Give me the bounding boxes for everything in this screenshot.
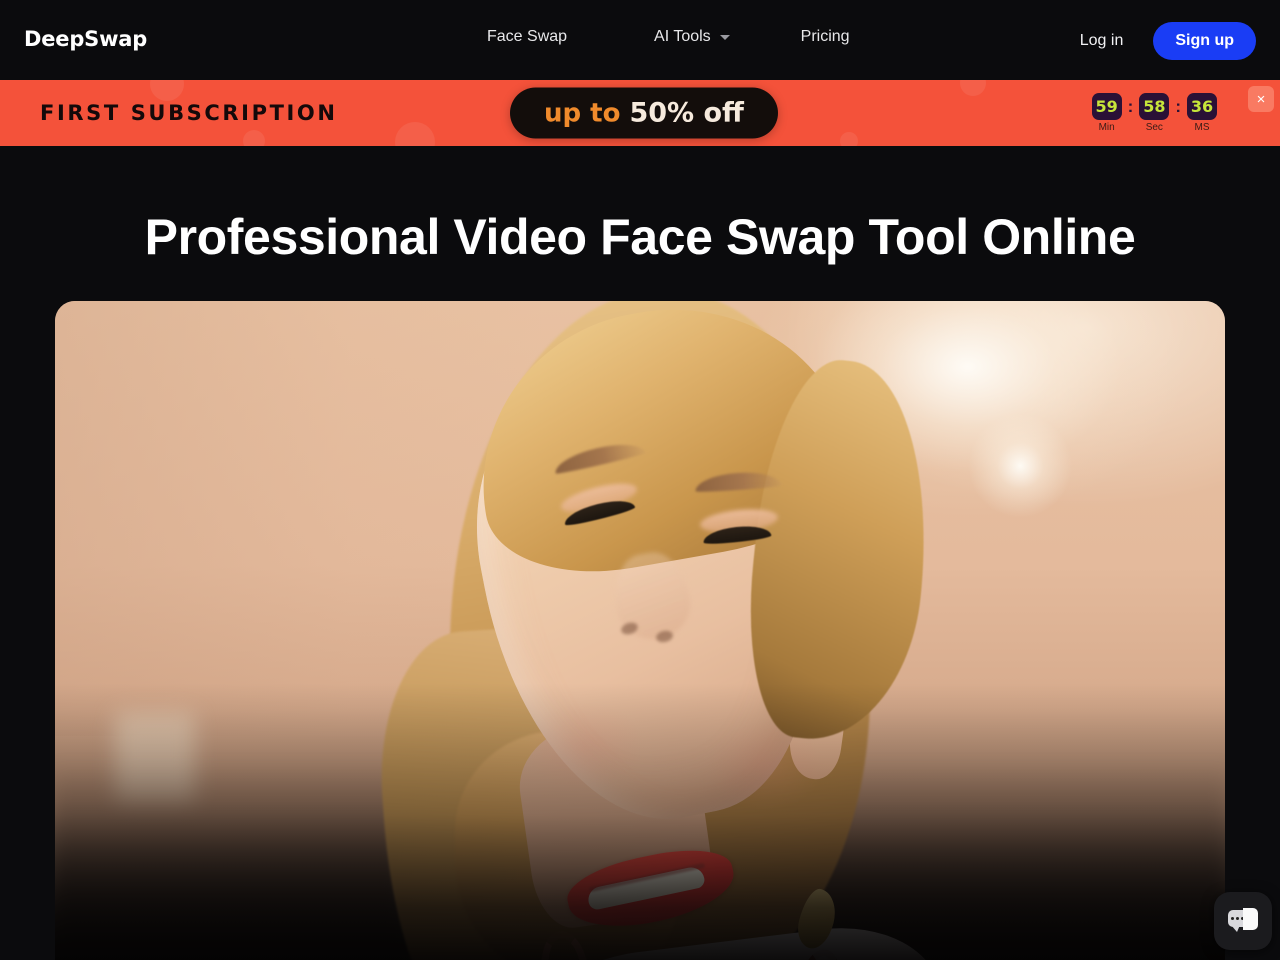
main-content: Professional Video Face Swap Tool Online xyxy=(0,146,1280,960)
countdown-timer: 59 Min : 58 Sec : 36 MS xyxy=(1091,93,1218,133)
chat-bubble-icon xyxy=(1228,908,1258,934)
brand-logo[interactable]: DeepSwap xyxy=(24,27,147,51)
countdown-milliseconds-label: MS xyxy=(1194,122,1210,133)
login-link[interactable]: Log in xyxy=(1080,32,1124,50)
header-actions: Log in Sign up xyxy=(1080,22,1256,60)
chat-dot xyxy=(1236,917,1239,920)
countdown-separator: : xyxy=(1175,97,1181,116)
decorative-circle xyxy=(150,80,184,101)
page-root: DeepSwap Face Swap AI Tools Pricing Log … xyxy=(0,0,1280,960)
countdown-minutes: 59 Min xyxy=(1091,93,1123,133)
photo-subject xyxy=(55,301,1225,960)
countdown-milliseconds-value: 36 xyxy=(1187,93,1217,120)
countdown-seconds: 58 Sec xyxy=(1138,93,1170,133)
chevron-down-icon xyxy=(719,34,730,40)
page-title: Professional Video Face Swap Tool Online xyxy=(144,209,1136,265)
promo-banner: FIRST SUBSCRIPTION up to 50% off 59 Min … xyxy=(0,80,1280,146)
countdown-minutes-label: Min xyxy=(1098,122,1115,133)
chat-support-widget[interactable] xyxy=(1214,892,1272,950)
signup-button[interactable]: Sign up xyxy=(1153,22,1256,60)
nav-item-face-swap[interactable]: Face Swap xyxy=(487,28,567,46)
nav-item-ai-tools[interactable]: AI Tools xyxy=(654,28,730,46)
decorative-circle xyxy=(395,122,435,146)
decorative-circle xyxy=(243,130,265,146)
countdown-milliseconds: 36 MS xyxy=(1186,93,1218,133)
countdown-separator: : xyxy=(1127,97,1134,116)
promo-badge-prefix: up to xyxy=(544,98,621,129)
decorative-circle xyxy=(840,132,858,146)
countdown-seconds-label: Sec xyxy=(1145,122,1163,133)
close-icon[interactable]: × xyxy=(1248,86,1274,112)
chat-bubble-right xyxy=(1243,908,1258,930)
nav-item-pricing[interactable]: Pricing xyxy=(801,28,850,46)
main-navigation: Face Swap AI Tools Pricing xyxy=(487,28,850,46)
nav-item-label: Face Swap xyxy=(487,28,568,45)
promo-discount-badge[interactable]: up to 50% off xyxy=(510,87,778,139)
decorative-circle xyxy=(960,80,986,96)
promo-badge-discount: 50% off xyxy=(629,97,744,129)
chat-dot xyxy=(1231,917,1234,920)
nav-item-label: Pricing xyxy=(800,28,850,45)
hero-video-preview[interactable]: Faceswap now → xyxy=(55,301,1225,960)
subject-cheek xyxy=(525,701,645,791)
nav-item-label: AI Tools xyxy=(654,28,711,45)
countdown-seconds-value: 58 xyxy=(1139,93,1170,120)
promo-title: FIRST SUBSCRIPTION xyxy=(40,101,338,125)
countdown-minutes-value: 59 xyxy=(1091,93,1122,120)
site-header: DeepSwap Face Swap AI Tools Pricing Log … xyxy=(0,0,1280,80)
